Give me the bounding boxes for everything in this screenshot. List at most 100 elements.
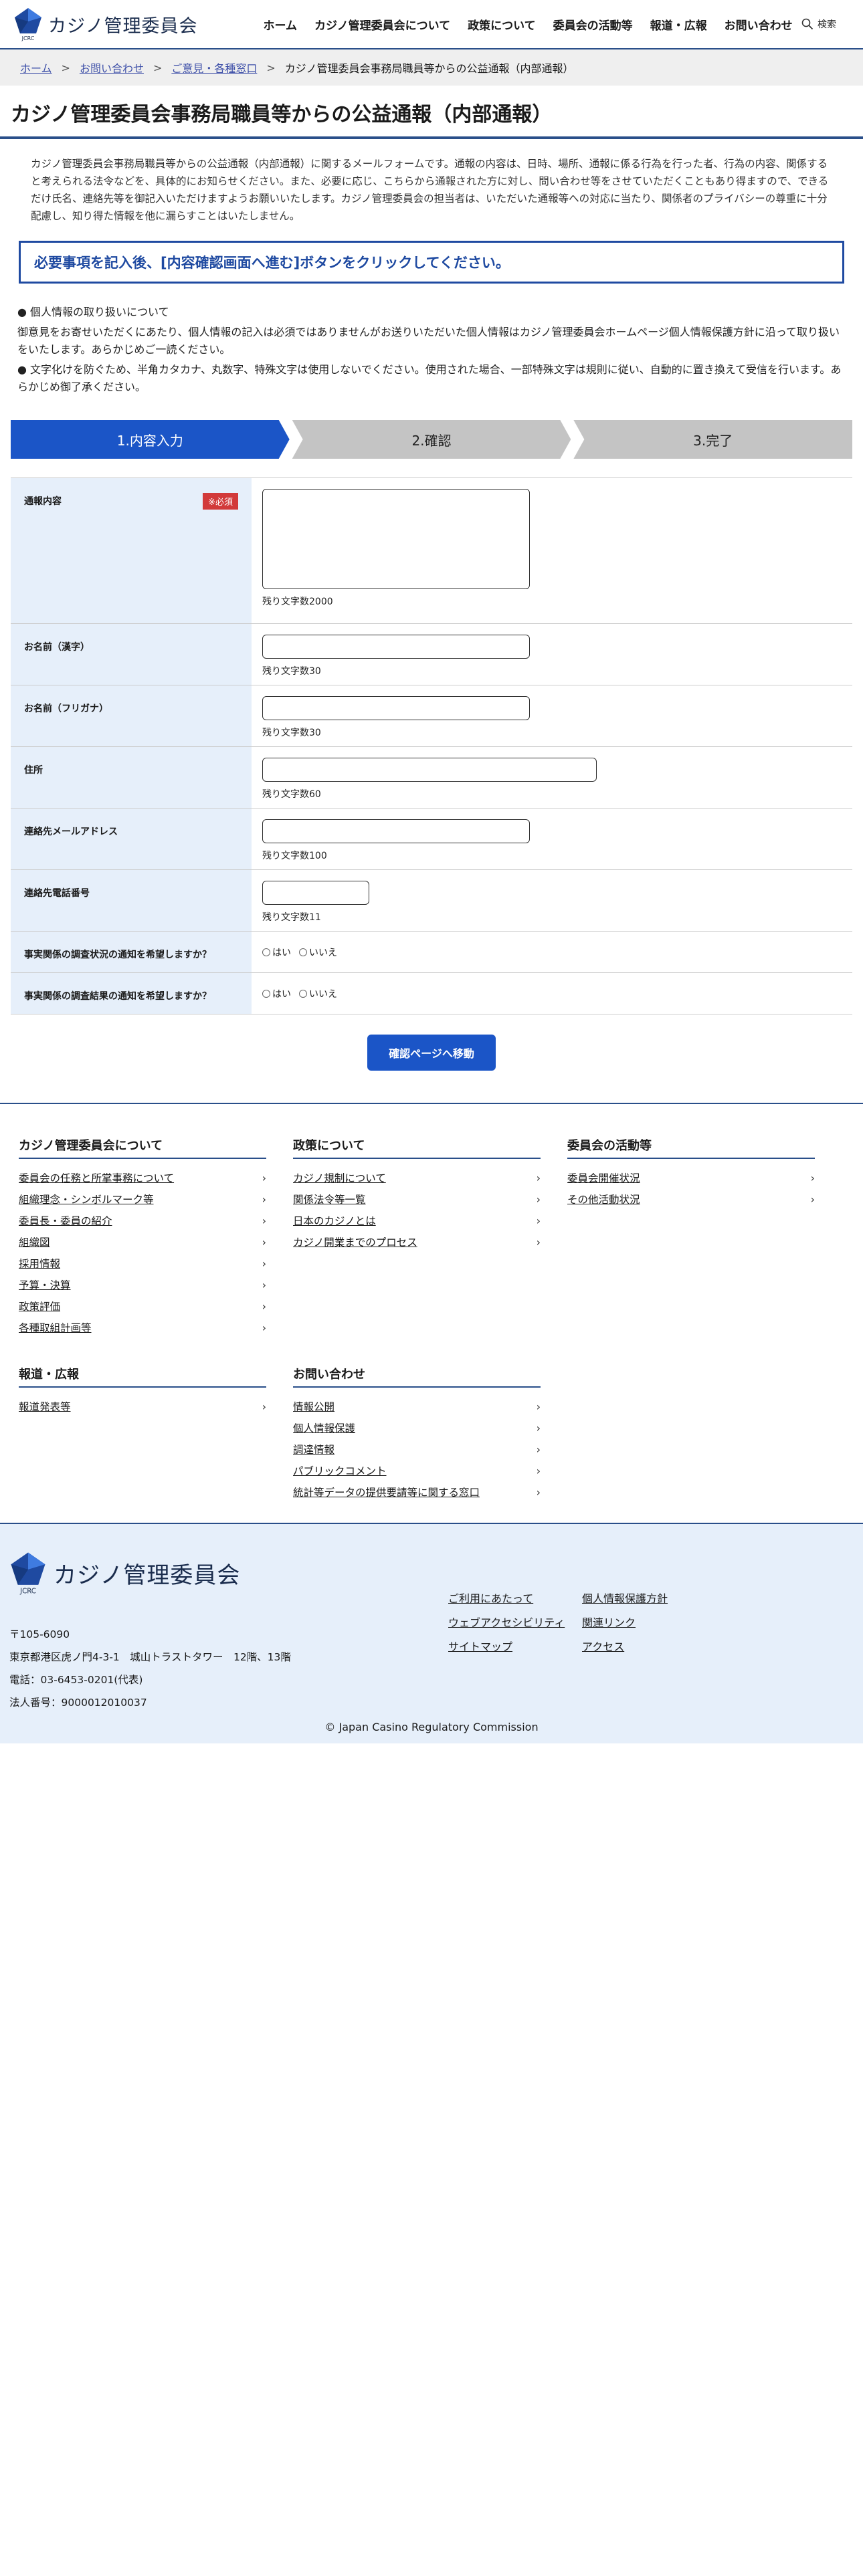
nav-press[interactable]: 報道・広報 — [650, 16, 707, 33]
footer-link-item[interactable]: 委員長・委員の紹介 › — [19, 1210, 266, 1231]
footer-col-contact: お問い合わせ 情報公開 › 個人情報保護 › 調達情報 › パブリックコメント › 統計… — [293, 1365, 567, 1503]
breadcrumb-contact[interactable]: お問い合わせ — [80, 60, 144, 76]
footer-link-item[interactable]: 統計等データの提供要請等に関する窓口 › — [293, 1481, 541, 1503]
nav-home[interactable]: ホーム — [263, 16, 297, 33]
footer-link-item[interactable]: 情報公開 › — [293, 1396, 541, 1417]
form-label: 住所 — [11, 747, 252, 808]
step-complete: 3.完了 — [573, 420, 853, 459]
footer-link-item[interactable]: 組織図 › — [19, 1231, 266, 1253]
report-textarea[interactable] — [262, 489, 530, 589]
chevron-right-icon: › — [262, 1214, 266, 1227]
phone: 電話：03-6453-0201(代表) — [9, 1674, 143, 1686]
footer-link-item[interactable]: 各種取組計画等 › — [19, 1317, 266, 1338]
search-button[interactable]: 検索 — [801, 17, 836, 31]
privacy-heading: ● 個人情報の取り扱いについて — [17, 306, 169, 318]
link-privacy-policy[interactable]: 個人情報保護方針 — [582, 1590, 716, 1606]
footer-utility-links: ご利用にあたって 個人情報保護方針 ウェブアクセシビリティ 関連リンク サイトマ… — [448, 1590, 716, 1654]
required-badge: ※必須 — [203, 493, 238, 510]
global-nav: ホーム カジノ管理委員会について 政策について 委員会の活動等 報道・広報 お問… — [263, 16, 792, 33]
form-row-email: 連絡先メールアドレス 残り文字数100 — [11, 809, 852, 870]
email-input[interactable] — [262, 819, 530, 843]
name-kana-input[interactable] — [262, 696, 530, 720]
notes: ● 個人情報の取り扱いについて 御意見をお寄せいただくにあたり、個人情報の記入は… — [0, 284, 863, 396]
footer-col-title: 報道・広報 — [19, 1365, 266, 1388]
site-footer: JCRC カジノ管理委員会 〒105-6090 東京都港区虎ノ門4-3-1 城山… — [0, 1523, 863, 1743]
copyright: © Japan Casino Regulatory Commission — [324, 1721, 539, 1733]
footer-link-item[interactable]: 報道発表等 › — [19, 1396, 266, 1417]
footer-link-item[interactable]: カジノ規制について › — [293, 1167, 541, 1188]
footer-links: カジノ管理委員会について 委員会の任務と所掌事務について › 組織理念・シンボルマ… — [0, 1104, 863, 1503]
submit-area: 確認ページへ移動 — [0, 1014, 863, 1071]
breadcrumb-opinions[interactable]: ご意見・各種窓口 — [171, 60, 257, 76]
footer-link-item[interactable]: 調達情報 › — [293, 1438, 541, 1460]
form-label: 通報内容 ※必須 — [11, 478, 252, 623]
footer-link-item[interactable]: 予算・決算 › — [19, 1274, 266, 1295]
form-row-name-kana: お名前（フリガナ） 残り文字数30 — [11, 685, 852, 747]
nav-activities[interactable]: 委員会の活動等 — [553, 16, 633, 33]
link-sitemap[interactable]: サイトマップ — [448, 1638, 582, 1654]
link-terms[interactable]: ご利用にあたって — [448, 1590, 582, 1606]
privacy-body: 御意見をお寄せいただくにあたり、個人情報の記入は必須ではありませんがお送りいただ… — [17, 326, 840, 356]
chevron-right-icon: › — [262, 1400, 266, 1413]
footer-link-item[interactable]: 関係法令等一覧 › — [293, 1188, 541, 1210]
link-related[interactable]: 関連リンク — [582, 1614, 716, 1630]
footer-link-list: 報道発表等 › — [19, 1396, 266, 1417]
svg-text:JCRC: JCRC — [21, 35, 35, 41]
link-access[interactable]: アクセス — [582, 1638, 716, 1654]
radio-yes[interactable]: はい — [262, 946, 291, 959]
breadcrumb: ホーム > お問い合わせ > ご意見・各種窓口 > カジノ管理委員会事務局職員等… — [0, 49, 863, 86]
report-form: 通報内容 ※必須 残り文字数2000 お名前（漢字） 残り文字数30 お名前（フ… — [11, 477, 852, 1014]
nav-contact[interactable]: お問い合わせ — [725, 16, 793, 33]
radio-no[interactable]: いいえ — [299, 987, 337, 1000]
address-input[interactable] — [262, 758, 597, 782]
form-field: 残り文字数30 — [252, 685, 852, 746]
radio-no[interactable]: いいえ — [299, 946, 337, 959]
form-row-result-notice: 事実関係の調査結果の通知を希望しますか？ はい いいえ — [11, 973, 852, 1014]
phone-input[interactable] — [262, 881, 369, 905]
step-confirm: 2.確認 — [292, 420, 571, 459]
form-row-phone: 連絡先電話番号 残り文字数11 — [11, 870, 852, 932]
footer-contact-info: 〒105-6090 東京都港区虎ノ門4-3-1 城山トラストタワー 12階、13… — [9, 1623, 854, 1714]
chevron-right-icon: › — [536, 1400, 541, 1413]
char-count: 残り文字数30 — [262, 728, 321, 738]
form-row-status-notice: 事実関係の調査状況の通知を希望しますか？ はい いいえ — [11, 932, 852, 973]
footer-col-press: 報道・広報 報道発表等 › — [19, 1365, 293, 1503]
site-header: JCRC カジノ管理委員会 ホーム カジノ管理委員会について 政策について 委員… — [0, 0, 863, 49]
chevron-right-icon: › — [262, 1299, 266, 1313]
footer-link-item[interactable]: 政策評価 › — [19, 1295, 266, 1317]
footer-link-item[interactable]: 委員会開催状況 › — [567, 1167, 815, 1188]
corporate-number: 法人番号：9000012010037 — [9, 1697, 147, 1709]
site-logo[interactable]: JCRC カジノ管理委員会 — [13, 7, 197, 41]
char-count: 残り文字数100 — [262, 851, 327, 861]
form-field: 残り文字数100 — [252, 809, 852, 869]
footer-link-list: 情報公開 › 個人情報保護 › 調達情報 › パブリックコメント › 統計等データの提供… — [293, 1396, 541, 1503]
footer-link-item[interactable]: 採用情報 › — [19, 1253, 266, 1274]
footer-col-activities: 委員会の活動等 委員会開催状況 › その他活動状況 › — [567, 1136, 842, 1338]
form-field: 残り文字数30 — [252, 624, 852, 685]
nav-about[interactable]: カジノ管理委員会について — [314, 16, 450, 33]
svg-text:JCRC: JCRC — [19, 1588, 36, 1596]
footer-link-item[interactable]: その他活動状況 › — [567, 1188, 815, 1210]
footer-link-item[interactable]: 委員会の任務と所掌事務について › — [19, 1167, 266, 1188]
footer-col-title: お問い合わせ — [293, 1365, 541, 1388]
form-row-report: 通報内容 ※必須 残り文字数2000 — [11, 478, 852, 624]
footer-col-title: カジノ管理委員会について — [19, 1136, 266, 1159]
confirm-submit-button[interactable]: 確認ページへ移動 — [367, 1035, 496, 1071]
footer-logo[interactable]: JCRC カジノ管理委員会 — [9, 1549, 854, 1596]
name-kanji-input[interactable] — [262, 635, 530, 659]
form-label: お名前（フリガナ） — [11, 685, 252, 746]
pentagon-logo-icon: JCRC — [11, 1552, 45, 1596]
form-label: 事実関係の調査結果の通知を希望しますか？ — [11, 973, 252, 1014]
breadcrumb-separator: > — [266, 61, 276, 74]
nav-policy[interactable]: 政策について — [468, 16, 536, 33]
footer-link-item[interactable]: パブリックコメント › — [293, 1460, 541, 1481]
radio-yes[interactable]: はい — [262, 987, 291, 1000]
footer-link-item[interactable]: 個人情報保護 › — [293, 1417, 541, 1438]
progress-steps: 1.内容入力 2.確認 3.完了 — [11, 420, 853, 459]
footer-link-item[interactable]: 日本のカジノとは › — [293, 1210, 541, 1231]
footer-link-item[interactable]: 組織理念・シンボルマーク等 › — [19, 1188, 266, 1210]
footer-link-item[interactable]: カジノ開業までのプロセス › — [293, 1231, 541, 1253]
breadcrumb-home[interactable]: ホーム — [20, 60, 52, 76]
link-accessibility[interactable]: ウェブアクセシビリティ — [448, 1614, 582, 1630]
pentagon-logo-icon: JCRC — [15, 8, 41, 41]
